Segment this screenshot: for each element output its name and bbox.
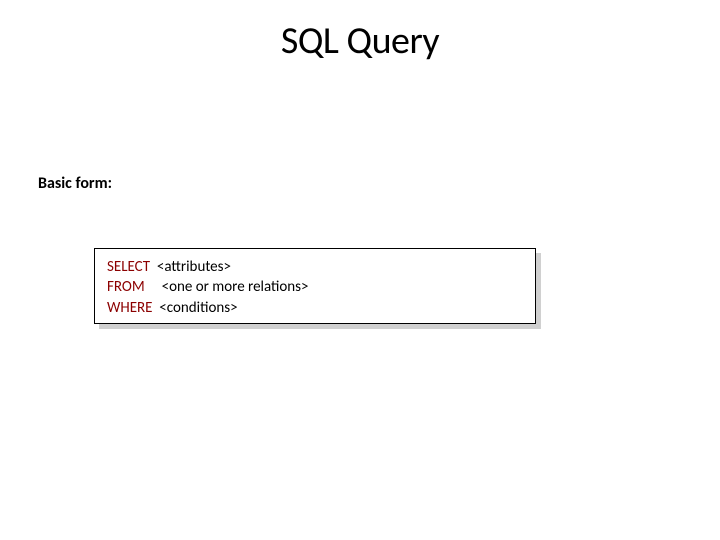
arg-select: <attributes> — [157, 258, 231, 276]
subtitle-label: Basic form: — [38, 174, 112, 193]
arg-from: <one or more relations> — [162, 278, 309, 296]
keyword-from: FROM — [107, 278, 145, 296]
arg-where: <conditions> — [159, 299, 237, 317]
keyword-where: WHERE — [107, 299, 152, 317]
page-title: SQL Query — [0, 18, 720, 64]
keyword-select: SELECT — [107, 258, 150, 276]
code-line-select: SELECT <attributes> — [107, 257, 523, 277]
code-line-where: WHERE <conditions> — [107, 298, 523, 318]
code-line-from: FROM <one or more relations> — [107, 277, 523, 297]
sql-code-box: SELECT <attributes> FROM <one or more re… — [94, 248, 536, 324]
